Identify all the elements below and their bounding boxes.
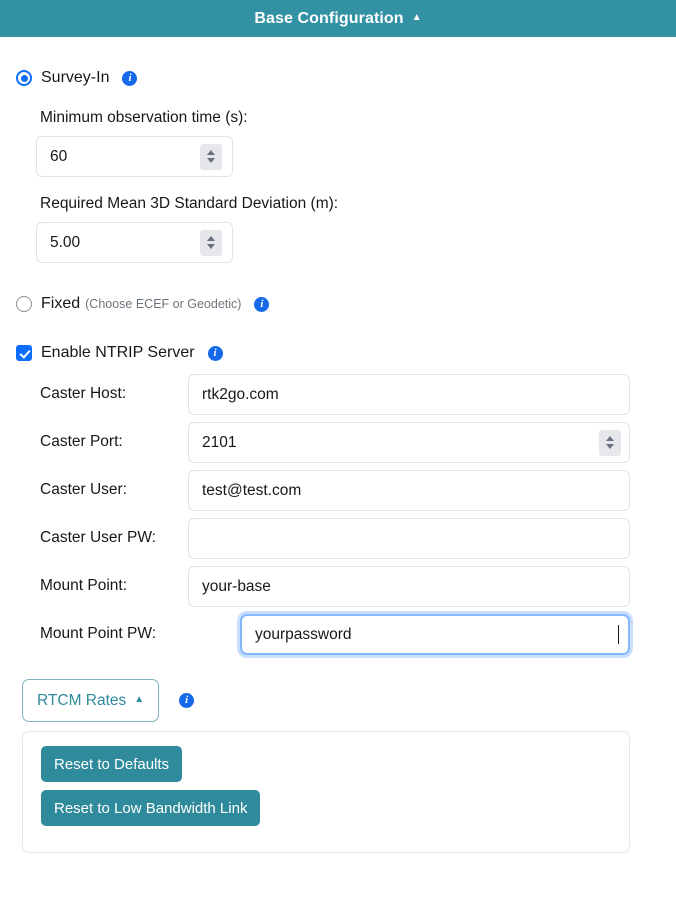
required-mean-3d-std-dev-input[interactable]: 5.00 (36, 222, 233, 263)
reset-to-defaults-button[interactable]: Reset to Defaults (41, 746, 182, 782)
base-configuration-panel: Base Configuration ▲ Survey-In i Minimum… (0, 0, 676, 920)
chevron-up-icon: ▲ (134, 694, 144, 705)
form-row-caster-user: Caster User: test@test.com (16, 470, 660, 511)
chevron-down-icon[interactable] (606, 444, 614, 449)
info-icon[interactable]: i (179, 693, 194, 708)
rtcm-rates-card: Reset to Defaults Reset to Low Bandwidth… (22, 731, 630, 853)
required-mean-3d-std-dev-value: 5.00 (50, 234, 200, 252)
caster-port-label: Caster Port: (16, 432, 188, 453)
number-stepper[interactable] (200, 230, 222, 256)
caster-host-input[interactable]: rtk2go.com (188, 374, 630, 415)
fixed-label: Fixed (41, 295, 80, 313)
reset-to-low-bandwidth-link-button[interactable]: Reset to Low Bandwidth Link (41, 790, 260, 826)
caster-host-value: rtk2go.com (202, 386, 620, 404)
form-row-mount-point: Mount Point: your-base (16, 566, 660, 607)
caster-host-label: Caster Host: (16, 384, 188, 405)
rtcm-rates-row: RTCM Rates ▲ i (22, 679, 660, 722)
fixed-sub-label: (Choose ECEF or Geodetic) (85, 297, 241, 311)
required-mean-3d-std-dev-label: Required Mean 3D Standard Deviation (m): (40, 195, 660, 213)
rtcm-reset-buttons: Reset to Defaults Reset to Low Bandwidth… (41, 746, 629, 834)
caster-user-pw-input[interactable] (188, 518, 630, 559)
rtcm-rates-toggle-button[interactable]: RTCM Rates ▲ (22, 679, 159, 722)
chevron-up-icon[interactable] (606, 436, 614, 441)
fixed-option-row[interactable]: Fixed (Choose ECEF or Geodetic) i (16, 291, 660, 317)
panel-title: Base Configuration (254, 10, 403, 28)
info-icon-glyph: i (214, 348, 217, 359)
rtcm-rates-toggle-label: RTCM Rates (37, 692, 126, 710)
info-icon[interactable]: i (254, 297, 269, 312)
caster-user-value: test@test.com (202, 482, 620, 500)
chevron-up-icon[interactable] (207, 150, 215, 155)
panel-body: Survey-In i Minimum observation time (s)… (0, 65, 676, 853)
survey-in-label: Survey-In (41, 69, 109, 87)
enable-ntrip-server-label: Enable NTRIP Server (41, 344, 195, 362)
checkbox-enable-ntrip-server[interactable] (16, 345, 32, 361)
caster-port-input[interactable]: 2101 (188, 422, 630, 463)
caster-user-pw-label: Caster User PW: (16, 528, 188, 549)
mount-point-input[interactable]: your-base (188, 566, 630, 607)
info-icon-glyph: i (260, 299, 263, 310)
survey-in-option-row[interactable]: Survey-In i (16, 65, 660, 91)
number-stepper[interactable] (200, 144, 222, 170)
caster-user-label: Caster User: (16, 480, 188, 501)
number-stepper[interactable] (599, 430, 621, 456)
mount-point-pw-input[interactable]: yourpassword (240, 614, 630, 655)
form-row-caster-user-pw: Caster User PW: (16, 518, 660, 559)
info-icon-glyph: i (128, 73, 131, 84)
info-icon[interactable]: i (208, 346, 223, 361)
caster-user-input[interactable]: test@test.com (188, 470, 630, 511)
min-observation-time-value: 60 (50, 148, 200, 166)
mount-point-pw-value: yourpassword (255, 626, 617, 644)
ntrip-form: Caster Host: rtk2go.com Caster Port: 210… (16, 374, 660, 655)
radio-survey-in[interactable] (16, 70, 32, 86)
enable-ntrip-server-row[interactable]: Enable NTRIP Server i (16, 340, 660, 366)
info-icon-glyph: i (185, 695, 188, 706)
info-icon[interactable]: i (122, 71, 137, 86)
radio-fixed[interactable] (16, 296, 32, 312)
chevron-down-icon[interactable] (207, 158, 215, 163)
form-row-caster-host: Caster Host: rtk2go.com (16, 374, 660, 415)
mount-point-value: your-base (202, 578, 620, 596)
mount-point-pw-label: Mount Point PW: (16, 624, 188, 645)
form-row-caster-port: Caster Port: 2101 (16, 422, 660, 463)
chevron-down-icon[interactable] (207, 244, 215, 249)
min-observation-time-input[interactable]: 60 (36, 136, 233, 177)
caster-port-value: 2101 (202, 434, 599, 452)
mount-point-label: Mount Point: (16, 576, 188, 597)
min-observation-time-label: Minimum observation time (s): (40, 109, 660, 127)
chevron-up-icon: ▲ (412, 13, 422, 23)
form-row-mount-point-pw: Mount Point PW: yourpassword (16, 614, 660, 655)
panel-header-base-configuration[interactable]: Base Configuration ▲ (0, 0, 676, 37)
text-cursor (618, 625, 619, 644)
chevron-up-icon[interactable] (207, 236, 215, 241)
